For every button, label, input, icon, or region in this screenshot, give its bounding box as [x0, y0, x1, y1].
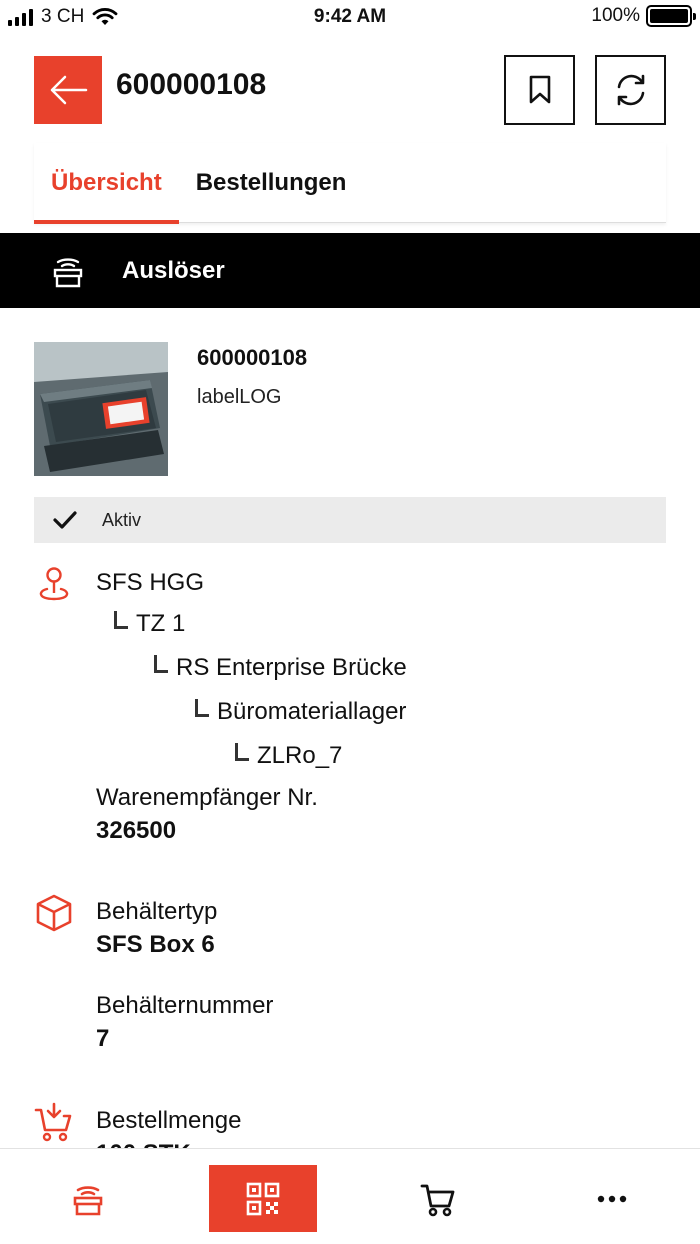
- more-icon: [597, 1195, 627, 1202]
- location-level-3: Büromateriallager: [195, 698, 406, 726]
- container-type-value: SFS Box 6: [96, 931, 215, 958]
- location-level-4: ZLRo_7: [235, 742, 342, 770]
- back-button[interactable]: [34, 56, 102, 124]
- recipient-label: Warenempfänger Nr.: [96, 784, 318, 811]
- container-number-value: 7: [96, 1025, 110, 1052]
- battery-percent: 100%: [591, 5, 640, 26]
- box-trigger-icon: [53, 257, 83, 287]
- status-label: Aktiv: [102, 509, 142, 530]
- battery-icon: [646, 5, 696, 27]
- container-number-label: Behälternummer: [96, 992, 274, 1019]
- product-image: [34, 342, 168, 476]
- recipient-value: 326500: [96, 817, 177, 844]
- location-level-2-label: RS Enterprise Brücke: [176, 654, 407, 681]
- nav-trigger-button[interactable]: [34, 1165, 142, 1232]
- order-quantity-label: Bestellmenge: [96, 1107, 242, 1134]
- container-type-label: Behältertyp: [96, 898, 218, 925]
- box-icon: [36, 894, 72, 932]
- location-level-1-label: TZ 1: [136, 610, 186, 637]
- status-bar: 3 CH 9:42 AM 100%: [0, 0, 700, 36]
- box-trigger-icon: [73, 1185, 103, 1215]
- location-level-4-label: ZLRo_7: [257, 742, 343, 769]
- location-pin-icon: [39, 567, 69, 601]
- cart-download-icon: [34, 1102, 72, 1142]
- refresh-button[interactable]: [595, 55, 666, 125]
- nav-cart-button[interactable]: [384, 1165, 492, 1232]
- nav-more-button[interactable]: [558, 1165, 666, 1232]
- bookmark-icon: [529, 75, 550, 104]
- arrow-left-icon: [50, 75, 88, 105]
- cart-icon: [420, 1184, 455, 1216]
- bottom-navigation: [0, 1148, 700, 1244]
- product-id: 600000108: [197, 345, 308, 370]
- trigger-label: Auslöser: [122, 256, 225, 284]
- nav-scan-button[interactable]: [209, 1165, 317, 1232]
- qr-code-icon: [246, 1182, 280, 1215]
- status-badge: Aktiv: [34, 497, 666, 543]
- trigger-banner[interactable]: Auslöser: [0, 233, 700, 308]
- tab-bar: Übersicht Bestellungen: [34, 143, 666, 224]
- tab-overview[interactable]: Übersicht: [34, 143, 179, 224]
- page-title: 600000108: [116, 68, 267, 101]
- location-level-0: SFS HGG: [96, 569, 205, 596]
- tab-orders[interactable]: Bestellungen: [179, 143, 364, 223]
- location-level-3-label: Büromateriallager: [217, 698, 407, 725]
- checkmark-icon: [53, 511, 77, 529]
- status-bar-right: 100%: [591, 5, 696, 27]
- location-level-2: RS Enterprise Brücke: [154, 654, 407, 682]
- refresh-icon: [617, 74, 644, 106]
- bookmark-button[interactable]: [504, 55, 575, 125]
- product-subtitle: labelLOG: [197, 386, 282, 408]
- location-level-1: TZ 1: [114, 610, 185, 638]
